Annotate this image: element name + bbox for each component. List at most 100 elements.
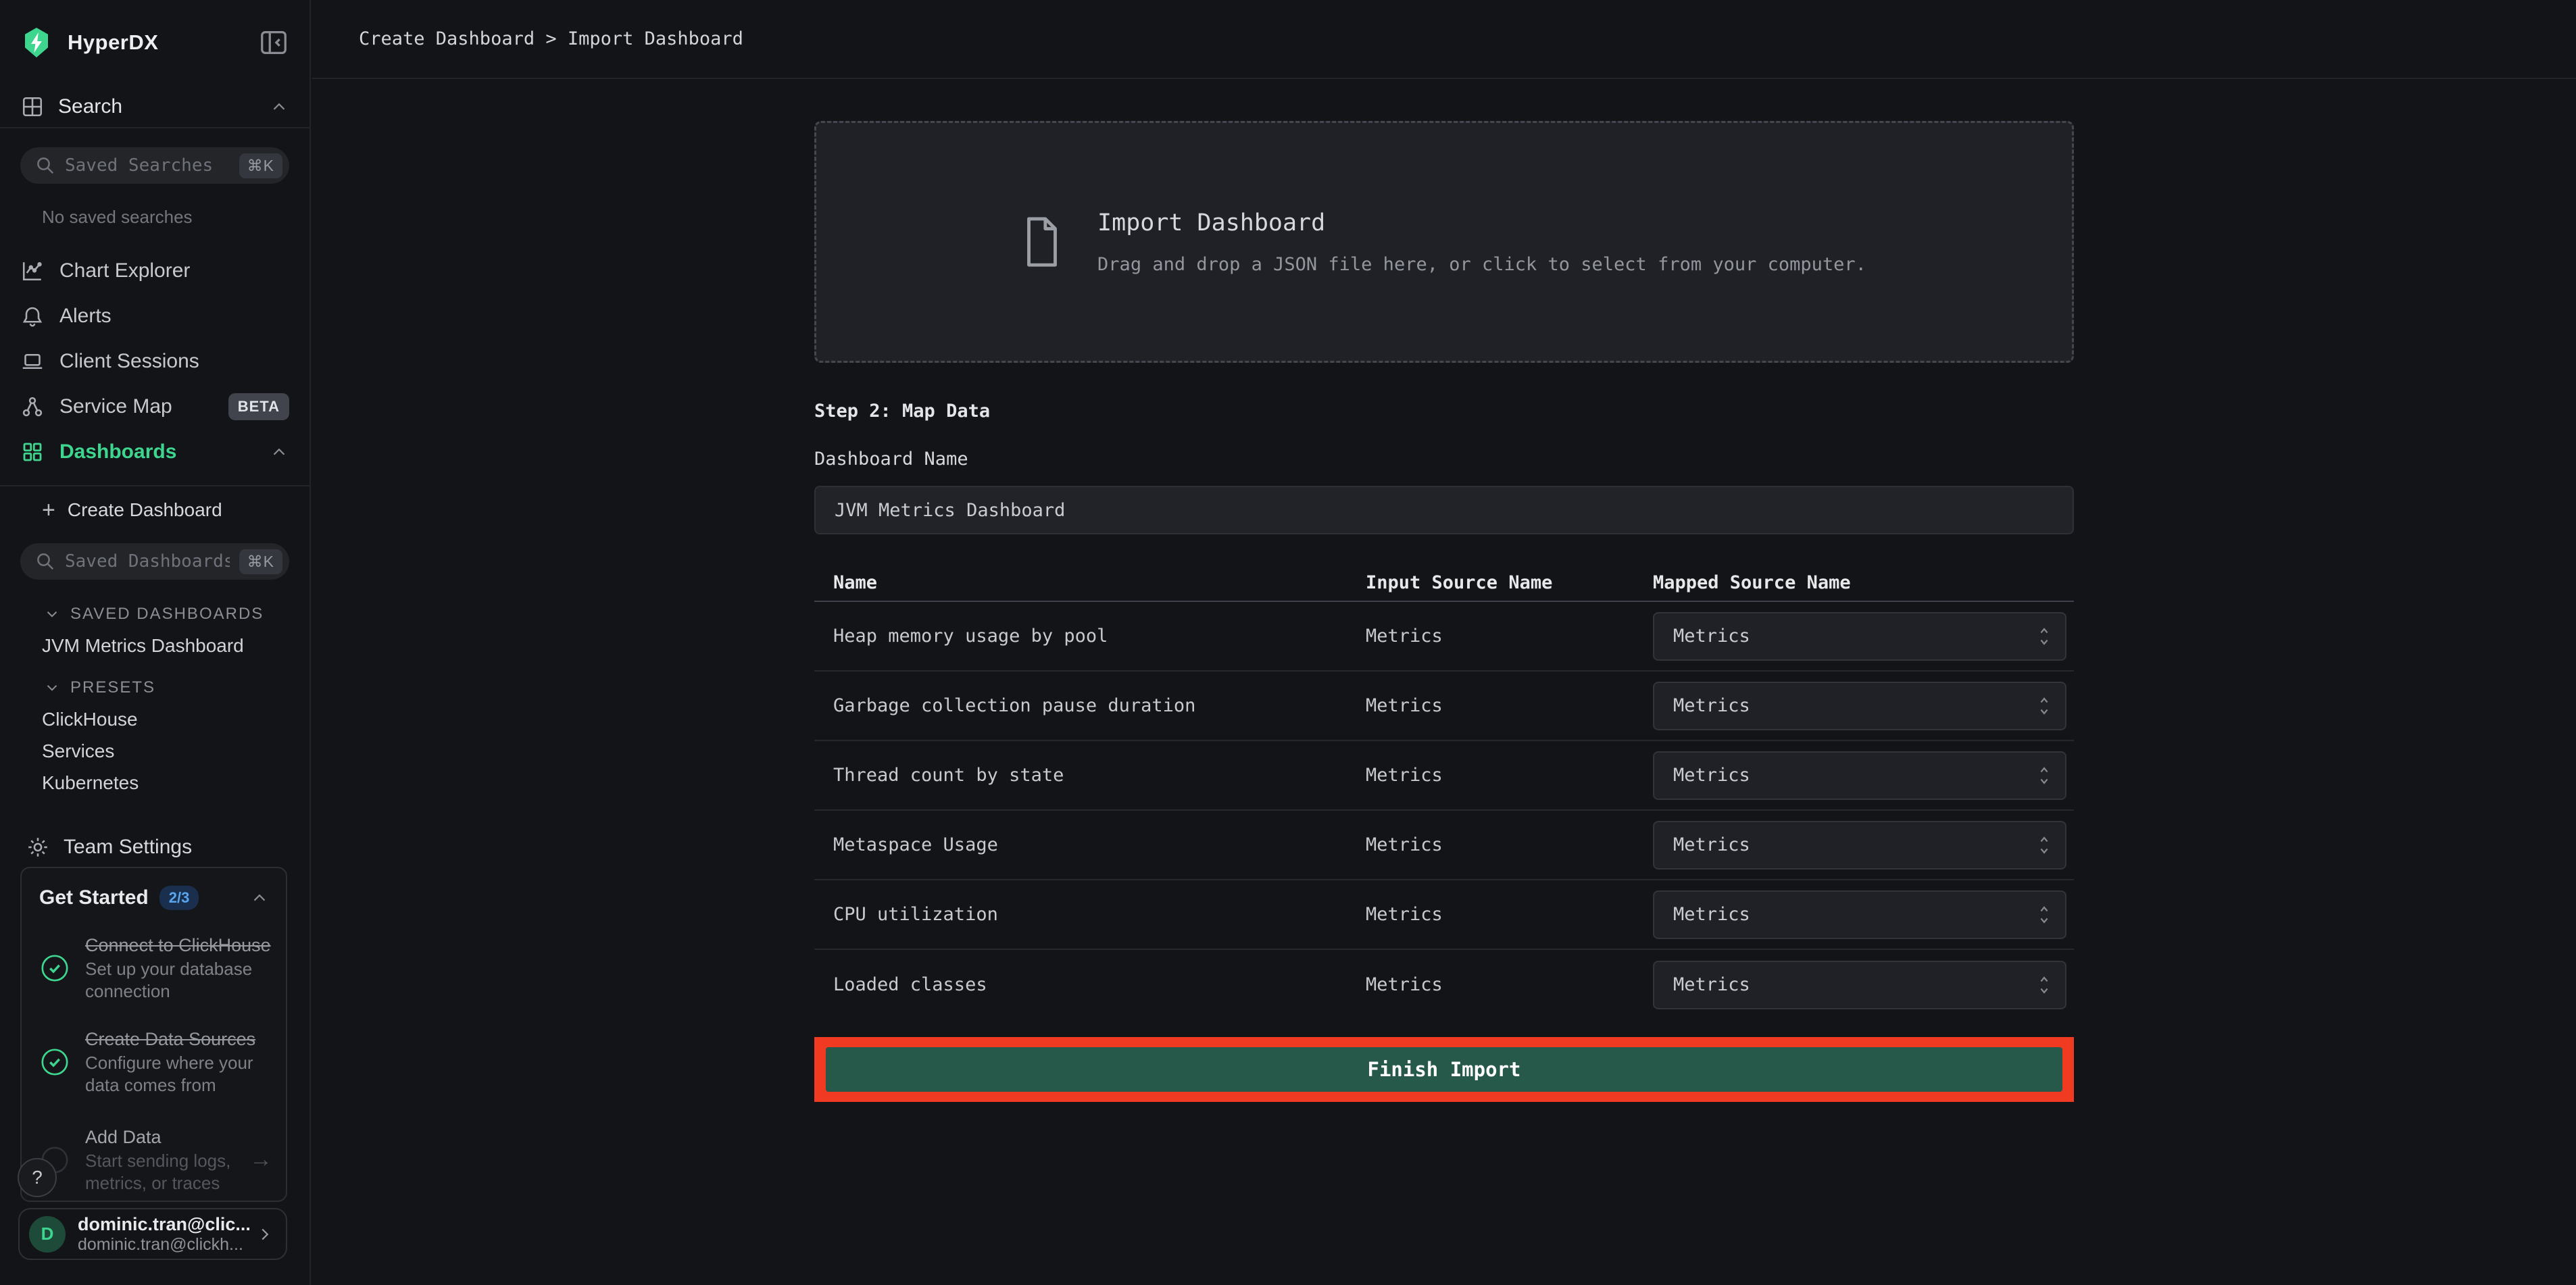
get-started-item-add-data[interactable]: Add Data Start sending logs, metrics, or… (22, 1125, 286, 1194)
saved-dashboards-search[interactable]: ⌘K (20, 543, 289, 580)
sidebar-item-clickhouse[interactable]: ClickHouse (0, 703, 309, 735)
select-chevrons-icon (2037, 901, 2052, 928)
chart-name-cell: CPU utilization (814, 904, 1366, 925)
logo-row: HyperDX (0, 0, 309, 65)
dropzone-title: Import Dashboard (1097, 209, 1866, 236)
beta-badge: BETA (228, 393, 289, 420)
get-started-title: Get Started (39, 886, 149, 909)
mapped-source-select[interactable]: Metrics (1653, 961, 2066, 1009)
chevron-down-icon (43, 605, 61, 623)
mapped-source-value: Metrics (1673, 834, 2037, 855)
sidebar-item-services[interactable]: Services (0, 735, 309, 767)
input-source-cell: Metrics (1366, 974, 1653, 995)
mapped-source-select[interactable]: Metrics (1653, 890, 2066, 939)
saved-searches-search[interactable]: ⌘K (20, 147, 289, 184)
user-email: dominic.tran@clickh... (78, 1235, 243, 1255)
sidebar-item-label: Alerts (59, 305, 289, 328)
mapped-source-select[interactable]: Metrics (1653, 821, 2066, 870)
get-started-item-description: Configure where your data comes from (85, 1052, 272, 1097)
main-header: Create Dashboard > Import Dashboard (312, 0, 2576, 79)
sidebar-item-jvm-metrics-dashboard[interactable]: JVM Metrics Dashboard (0, 630, 309, 661)
chart-name-cell: Loaded classes (814, 974, 1366, 995)
get-started-progress-badge: 2/3 (159, 886, 199, 910)
mapped-source-select[interactable]: Metrics (1653, 612, 2066, 661)
input-source-cell: Metrics (1366, 904, 1653, 925)
team-settings-label: Team Settings (64, 836, 192, 859)
sidebar-nav: Chart Explorer Alerts Client Sessions (0, 248, 309, 474)
mapping-table: Name Input Source Name Mapped Source Nam… (814, 564, 2074, 1019)
get-started-item-connect-clickhouse[interactable]: Connect to ClickHouse Set up your databa… (22, 933, 286, 1003)
help-button[interactable]: ? (18, 1158, 57, 1197)
input-source-cell: Metrics (1366, 695, 1653, 716)
sidebar: HyperDX Search ⌘K No saved searches (0, 0, 311, 1285)
search-section-header[interactable]: Search (0, 86, 309, 128)
check-circle-icon (39, 953, 70, 984)
select-chevrons-icon (2037, 972, 2052, 999)
table-header-row: Name Input Source Name Mapped Source Nam… (814, 564, 2074, 602)
column-header-input-source: Input Source Name (1366, 572, 1653, 593)
get-started-item-text: Create Data Sources Configure where your… (85, 1027, 272, 1097)
create-dashboard-button[interactable]: + Create Dashboard (0, 486, 309, 534)
arrow-right-icon: → (249, 1147, 272, 1173)
column-header-name: Name (814, 572, 1366, 593)
saved-dashboards-group-label: SAVED DASHBOARDS (70, 605, 264, 624)
search-icon (35, 551, 55, 572)
get-started-item-description: Start sending logs, metrics, or traces (85, 1150, 234, 1194)
sidebar-item-service-map[interactable]: Service Map BETA (0, 384, 309, 429)
mapped-source-value: Metrics (1673, 904, 2037, 925)
input-source-cell: Metrics (1366, 765, 1653, 786)
get-started-item-text: Add Data Start sending logs, metrics, or… (85, 1125, 234, 1194)
import-content: Import Dashboard Drag and drop a JSON fi… (814, 121, 2074, 1102)
chevron-right-icon (255, 1224, 275, 1244)
mapped-source-select[interactable]: Metrics (1653, 751, 2066, 800)
chart-name-cell: Heap memory usage by pool (814, 626, 1366, 647)
get-started-item-text: Connect to ClickHouse Set up your databa… (85, 933, 272, 1003)
table-row: Metaspace Usage Metrics Metrics (814, 811, 2074, 880)
get-started-item-title: Connect to ClickHouse (85, 933, 272, 958)
breadcrumb[interactable]: Create Dashboard > Import Dashboard (359, 28, 743, 49)
saved-dashboards-input[interactable] (65, 551, 230, 572)
chevron-up-icon (269, 97, 289, 117)
get-started-panel: Get Started 2/3 Connect to ClickHouse Se… (20, 867, 287, 1202)
get-started-item-title: Add Data (85, 1125, 234, 1150)
sidebar-item-client-sessions[interactable]: Client Sessions (0, 338, 309, 384)
get-started-header[interactable]: Get Started 2/3 (22, 868, 286, 910)
sidebar-item-team-settings[interactable]: Team Settings (0, 823, 309, 872)
dashboard-name-input[interactable] (814, 486, 2074, 534)
app-root: HyperDX Search ⌘K No saved searches (0, 0, 2576, 1285)
app-title: HyperDX (68, 30, 243, 55)
presets-group-header[interactable]: PRESETS (0, 676, 309, 699)
no-saved-searches-text: No saved searches (42, 207, 309, 228)
saved-searches-shortcut: ⌘K (239, 153, 282, 178)
bell-icon (20, 304, 45, 328)
chevron-up-icon (249, 888, 270, 908)
chart-name-cell: Thread count by state (814, 765, 1366, 786)
get-started-item-create-data-sources[interactable]: Create Data Sources Configure where your… (22, 1027, 286, 1097)
select-chevrons-icon (2037, 762, 2052, 789)
finish-import-button[interactable]: Finish Import (826, 1047, 2062, 1092)
mapped-source-select[interactable]: Metrics (1653, 682, 2066, 730)
sidebar-item-label: Chart Explorer (59, 259, 289, 282)
import-dropzone[interactable]: Import Dashboard Drag and drop a JSON fi… (814, 121, 2074, 363)
check-circle-icon (39, 1047, 70, 1078)
table-row: Thread count by state Metrics Metrics (814, 741, 2074, 811)
user-account-card[interactable]: D dominic.tran@clic... dominic.tran@clic… (18, 1208, 287, 1260)
saved-searches-input[interactable] (65, 155, 230, 176)
sidebar-item-chart-explorer[interactable]: Chart Explorer (0, 248, 309, 293)
collapse-sidebar-icon[interactable] (258, 27, 289, 58)
chart-name-cell: Metaspace Usage (814, 834, 1366, 855)
main-area: Create Dashboard > Import Dashboard Impo… (312, 0, 2576, 1285)
select-chevrons-icon (2037, 692, 2052, 720)
sidebar-item-alerts[interactable]: Alerts (0, 293, 309, 338)
presets-group-label: PRESETS (70, 678, 155, 697)
sidebar-item-kubernetes[interactable]: Kubernetes (0, 767, 309, 799)
service-map-icon (20, 395, 45, 419)
sidebar-item-dashboards[interactable]: Dashboards (0, 429, 309, 474)
table-row: CPU utilization Metrics Metrics (814, 880, 2074, 950)
user-name: dominic.tran@clic... (78, 1213, 243, 1235)
chevron-down-icon (43, 679, 61, 697)
dashboard-name-label: Dashboard Name (814, 449, 2074, 470)
saved-dashboards-group-header[interactable]: SAVED DASHBOARDS (0, 603, 309, 626)
sidebar-item-label: Service Map (59, 395, 214, 418)
hyperdx-logo-icon (20, 26, 53, 59)
